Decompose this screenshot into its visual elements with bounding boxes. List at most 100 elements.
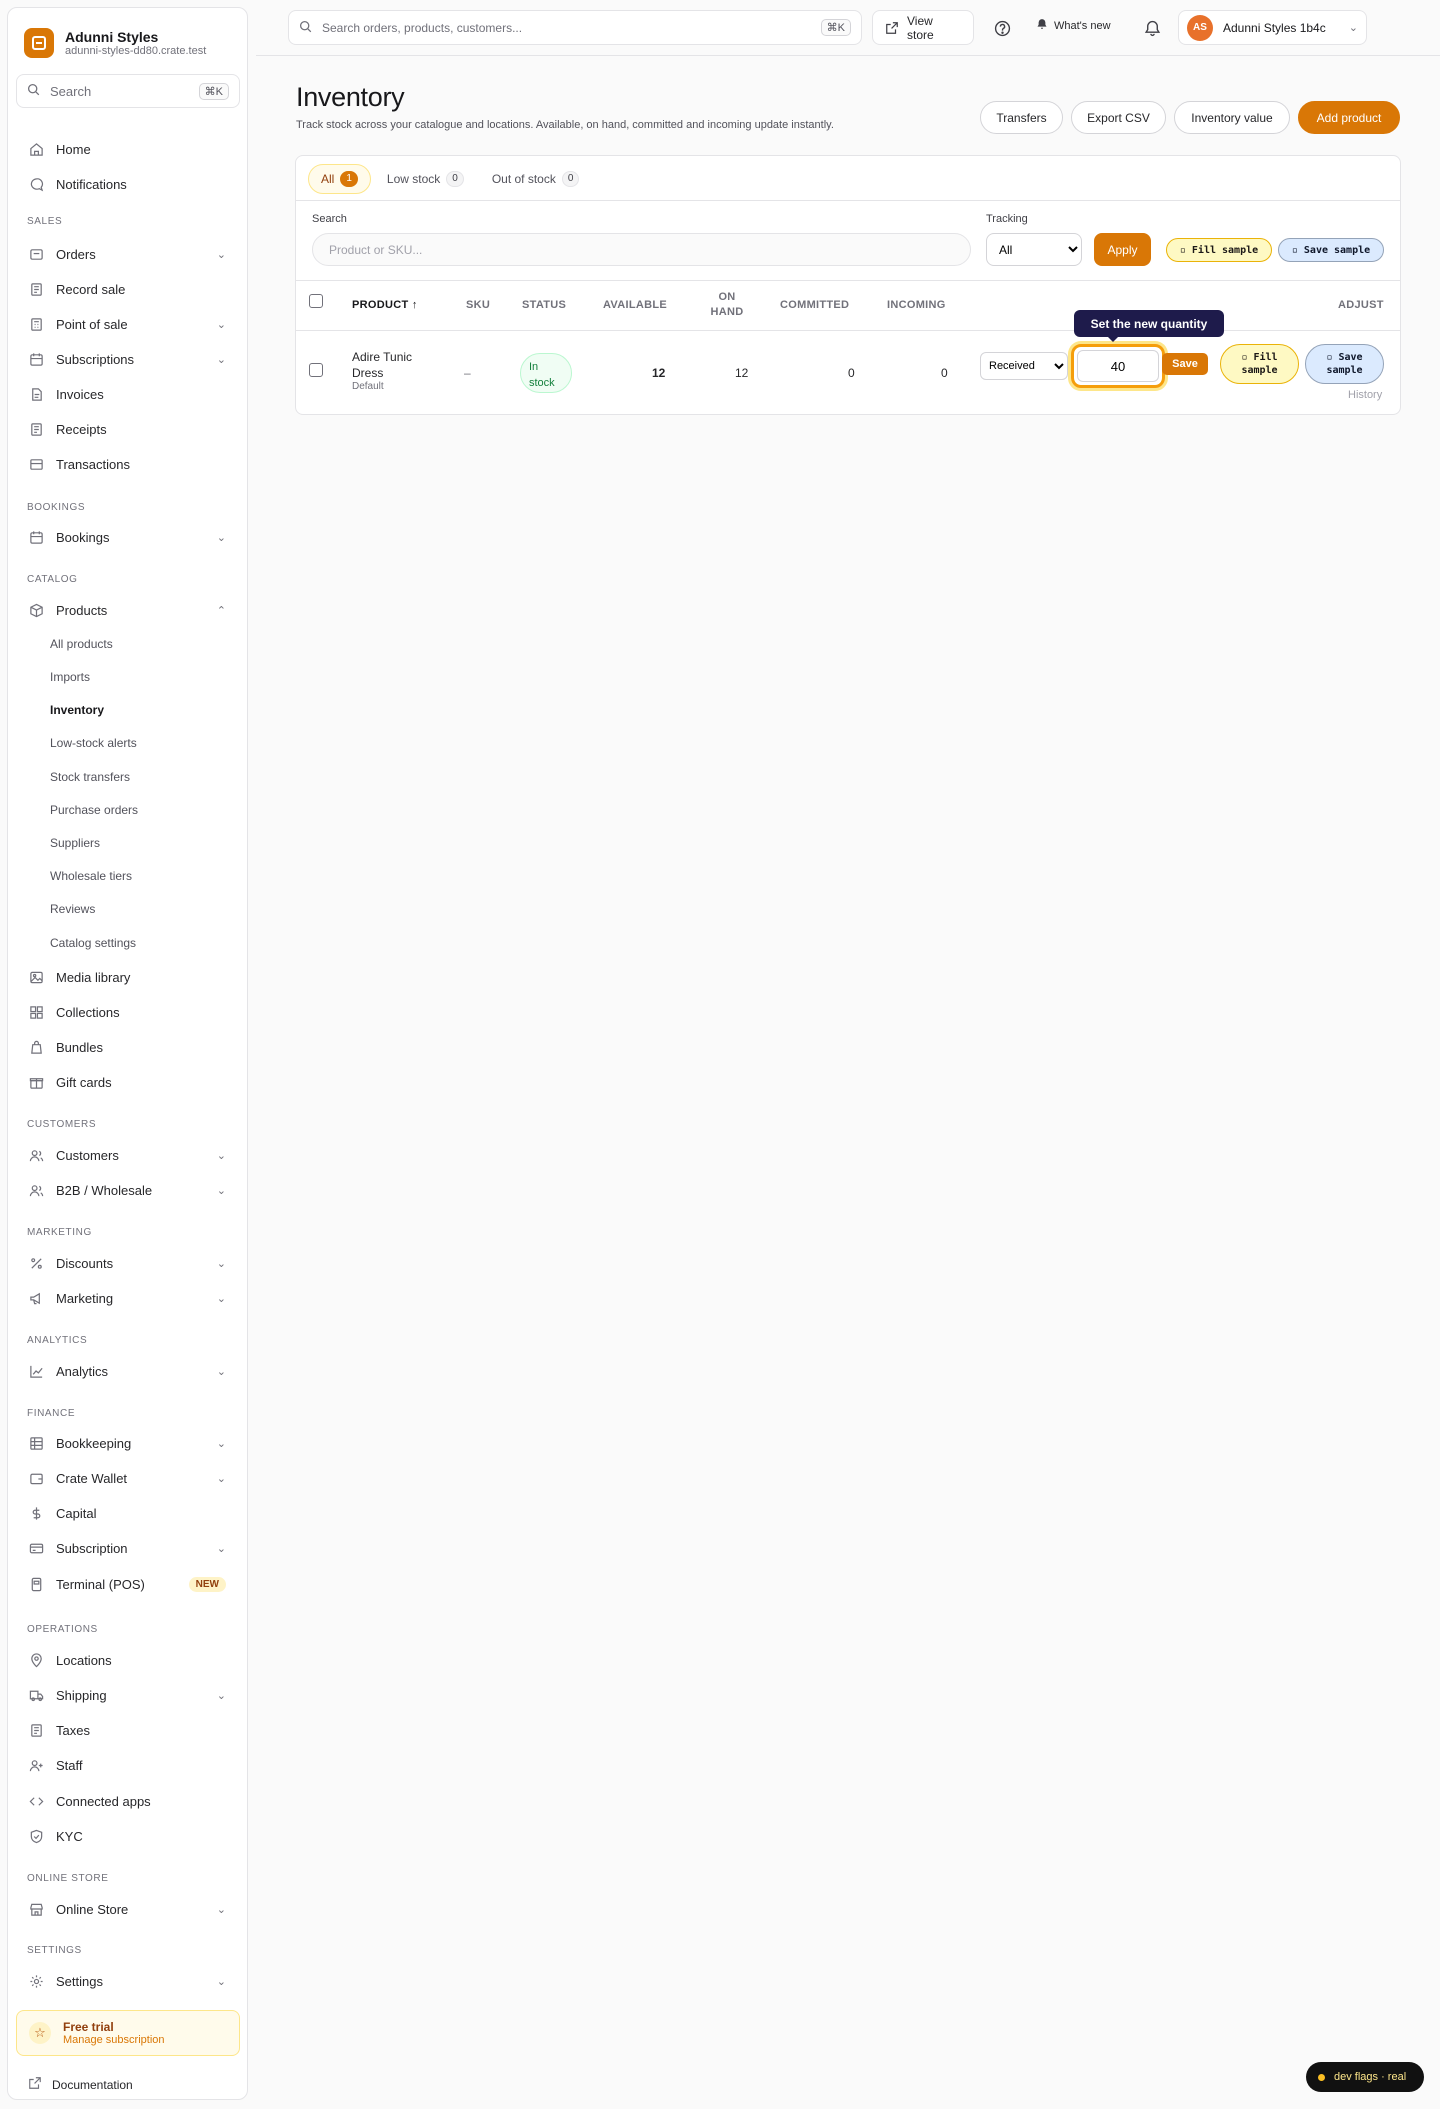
sidebar-item-label: Notifications: [56, 176, 127, 192]
sidebar-item-subscription[interactable]: Subscription ⌄: [22, 1535, 234, 1561]
sidebar-item-collections[interactable]: Collections: [22, 999, 234, 1025]
calendar-icon: [28, 351, 44, 367]
sidebar-item-analytics[interactable]: Analytics ⌄: [22, 1358, 234, 1384]
sidebar-item-point-of-sale[interactable]: Point of sale ⌄: [22, 311, 234, 337]
sidebar-subitem-low-stock-alerts[interactable]: Low-stock alerts: [50, 732, 137, 754]
account-menu[interactable]: AS Adunni Styles 1b4c ⌄: [1178, 10, 1367, 45]
free-trial-card[interactable]: ☆ Free trial Manage subscription: [16, 2010, 240, 2056]
sidebar-item-orders[interactable]: Orders ⌄: [22, 241, 234, 267]
sidebar-item-label: Collections: [56, 1004, 120, 1020]
quantity-input-focus-ring: [1071, 344, 1165, 388]
tab-all[interactable]: All 1: [308, 164, 371, 194]
sidebar-item-b2b-wholesale[interactable]: B2B / Wholesale ⌄: [22, 1177, 234, 1203]
tab-out-of-stock[interactable]: Out of stock 0: [480, 164, 592, 194]
sidebar-item-settings[interactable]: Settings ⌄: [22, 1968, 234, 1994]
sidebar-item-taxes[interactable]: Taxes: [22, 1717, 234, 1743]
sidebar-subitem-catalog-settings[interactable]: Catalog settings: [50, 932, 136, 954]
view-store-button[interactable]: View store: [872, 10, 974, 45]
header-line: HAND: [710, 306, 744, 318]
whats-new-button[interactable]: What's new: [1036, 18, 1111, 33]
sidebar-item-notifications[interactable]: Notifications: [22, 171, 234, 197]
code-icon: [28, 1793, 44, 1809]
sidebar-item-staff[interactable]: Staff: [22, 1752, 234, 1778]
sidebar-subitem-inventory[interactable]: Inventory: [50, 699, 104, 721]
global-search-input[interactable]: Search orders, products, customers... ⌘K: [288, 10, 862, 45]
documentation-link[interactable]: Documentation: [28, 2076, 133, 2093]
transfers-button[interactable]: Transfers: [980, 101, 1063, 134]
product-name-link[interactable]: Adire Tunic Dress Default: [352, 349, 412, 393]
sidebar-item-bundles[interactable]: Bundles: [22, 1034, 234, 1060]
sidebar-item-terminal-pos[interactable]: Terminal (POS) NEW: [22, 1571, 234, 1597]
sidebar-item-online-store[interactable]: Online Store ⌄: [22, 1896, 234, 1922]
sidebar-item-invoices[interactable]: Invoices: [22, 381, 234, 407]
sidebar-search[interactable]: Search ⌘K: [16, 74, 240, 108]
select-all-checkbox[interactable]: [309, 294, 323, 308]
sidebar-item-bookkeeping[interactable]: Bookkeeping ⌄: [22, 1430, 234, 1456]
add-product-button[interactable]: Add product: [1298, 101, 1400, 134]
save-sample-button[interactable]: ▫ Save sample: [1278, 238, 1384, 262]
manage-subscription-link[interactable]: Manage subscription: [63, 2034, 165, 2046]
sidebar-item-locations[interactable]: Locations: [22, 1647, 234, 1673]
sidebar-item-crate-wallet[interactable]: Crate Wallet ⌄: [22, 1465, 234, 1491]
sidebar-item-products[interactable]: Products ⌃: [22, 597, 234, 623]
sidebar-item-subscriptions[interactable]: Subscriptions ⌄: [22, 346, 234, 372]
tab-count: 0: [446, 171, 464, 187]
save-quantity-button[interactable]: Save: [1162, 353, 1208, 375]
sidebar-item-home[interactable]: Home: [22, 136, 234, 162]
row-checkbox[interactable]: [309, 363, 323, 377]
sidebar-item-receipts[interactable]: Receipts: [22, 416, 234, 442]
sidebar-subitem-imports[interactable]: Imports: [50, 666, 90, 688]
product-search-input[interactable]: [312, 233, 971, 266]
sidebar-subitem-purchase-orders[interactable]: Purchase orders: [50, 799, 138, 821]
notifications-bell-icon[interactable]: [1142, 18, 1162, 38]
sidebar-item-record-sale[interactable]: Record sale: [22, 276, 234, 302]
sidebar-item-kyc[interactable]: KYC: [22, 1823, 234, 1849]
history-link[interactable]: History: [1348, 389, 1382, 401]
sidebar-item-connected-apps[interactable]: Connected apps: [22, 1788, 234, 1814]
tab-low-stock[interactable]: Low stock 0: [375, 164, 476, 194]
sidebar-item-discounts[interactable]: Discounts ⌄: [22, 1250, 234, 1276]
receipt-icon: [28, 421, 44, 437]
section-analytics: ANALYTICS: [27, 1335, 88, 1346]
sidebar-subitem-suppliers[interactable]: Suppliers: [50, 832, 100, 854]
sidebar-item-gift-cards[interactable]: Gift cards: [22, 1069, 234, 1095]
committed-value: 0: [848, 366, 855, 380]
external-link-icon: [885, 21, 899, 35]
view-store-label: View store: [907, 13, 934, 42]
sidebar-item-bookings[interactable]: Bookings ⌄: [22, 524, 234, 550]
sidebar-item-capital[interactable]: Capital: [22, 1500, 234, 1526]
sidebar-item-customers[interactable]: Customers ⌄: [22, 1142, 234, 1168]
tracking-select[interactable]: All: [986, 233, 1082, 266]
fill-sample-button[interactable]: ▫ Fill sample: [1166, 238, 1272, 262]
adjust-reason-select[interactable]: Received: [980, 352, 1068, 380]
row-fill-sample-button[interactable]: ▫ Fill sample: [1220, 344, 1299, 384]
sidebar-item-transactions[interactable]: Transactions: [22, 451, 234, 477]
trial-title: Free trial: [63, 2020, 114, 2034]
help-icon[interactable]: [992, 18, 1012, 38]
chevron-down-icon: ⌄: [216, 353, 226, 366]
column-header-sku[interactable]: SKU: [466, 299, 490, 311]
sidebar-subitem-all-products[interactable]: All products: [50, 633, 113, 655]
new-quantity-input[interactable]: [1077, 350, 1159, 382]
sidebar-subitem-reviews[interactable]: Reviews: [50, 898, 95, 920]
shortcut-badge: ⌘K: [820, 19, 851, 36]
brand[interactable]: Adunni Styles adunni-styles-dd80.crate.t…: [8, 8, 247, 62]
column-header-on-hand[interactable]: ON HAND: [707, 290, 747, 320]
avatar: AS: [1187, 14, 1213, 41]
sidebar-item-media-library[interactable]: Media library: [22, 964, 234, 990]
sidebar-subitem-stock-transfers[interactable]: Stock transfers: [50, 766, 130, 788]
column-header-available[interactable]: AVAILABLE: [603, 299, 667, 311]
apply-button[interactable]: Apply: [1094, 233, 1151, 266]
sidebar-subitem-wholesale-tiers[interactable]: Wholesale tiers: [50, 865, 132, 887]
section-online-store: ONLINE STORE: [27, 1873, 109, 1884]
sidebar-item-marketing[interactable]: Marketing ⌄: [22, 1285, 234, 1311]
export-csv-button[interactable]: Export CSV: [1071, 101, 1166, 134]
column-header-incoming[interactable]: INCOMING: [887, 299, 946, 311]
row-save-sample-button[interactable]: ▫ Save sample: [1305, 344, 1384, 384]
column-header-committed[interactable]: COMMITTED: [780, 299, 849, 311]
column-header-status[interactable]: STATUS: [522, 299, 566, 311]
column-header-product[interactable]: PRODUCT ↑: [352, 299, 418, 311]
dev-flags-badge[interactable]: dev flags · real: [1306, 2062, 1424, 2092]
inventory-value-button[interactable]: Inventory value: [1174, 101, 1290, 134]
sidebar-item-shipping[interactable]: Shipping ⌄: [22, 1682, 234, 1708]
